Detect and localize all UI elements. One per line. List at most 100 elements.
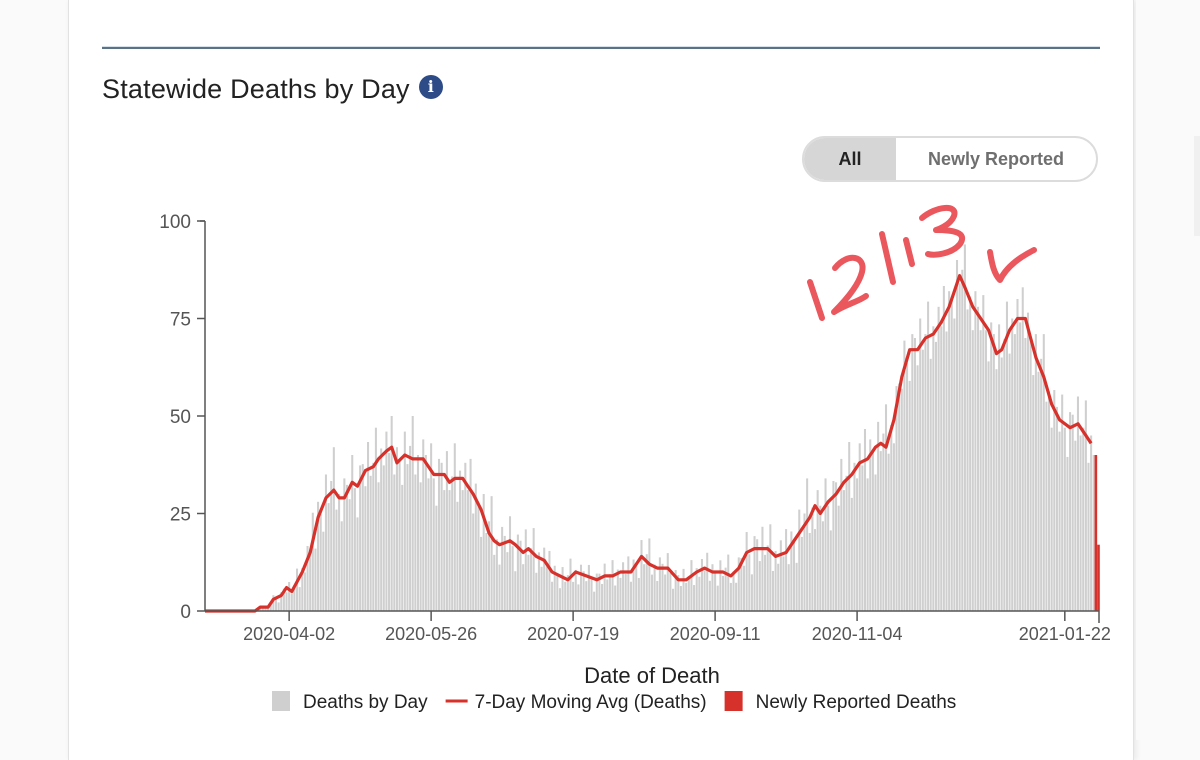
- deaths-bar: [548, 550, 551, 611]
- deaths-bar: [716, 585, 719, 611]
- deaths-bar: [590, 579, 593, 611]
- deaths-bar: [800, 536, 803, 611]
- deaths-bar: [669, 573, 672, 611]
- deaths-bar: [314, 548, 317, 611]
- deaths-bar: [388, 453, 391, 611]
- deaths-bar: [330, 481, 333, 611]
- deaths-bar: [332, 447, 335, 611]
- deaths-bar: [656, 580, 659, 611]
- deaths-bar: [842, 490, 845, 611]
- moving-avg-line: [205, 274, 1093, 613]
- deaths-bar: [693, 585, 696, 611]
- deaths-bar: [572, 581, 575, 611]
- deaths-bar: [882, 433, 885, 611]
- deaths-bar: [393, 474, 396, 611]
- deaths-bar: [1076, 396, 1079, 611]
- deaths-bar: [619, 577, 622, 611]
- legend-label: Newly Reported Deaths: [756, 692, 957, 713]
- deaths-bar: [987, 361, 990, 611]
- deaths-bar: [569, 558, 572, 611]
- deaths-bar: [729, 582, 732, 611]
- deaths-bar: [558, 588, 561, 611]
- deaths-bar: [524, 529, 527, 611]
- legend-item: 7-Day Moving Avg (Deaths): [445, 692, 707, 713]
- deaths-bar: [374, 427, 377, 611]
- deaths-bar: [285, 592, 288, 611]
- deaths-bar: [835, 482, 838, 611]
- deaths-bar: [577, 584, 580, 611]
- deaths-bar: [745, 532, 748, 611]
- deaths-bar: [719, 560, 722, 611]
- deaths-bar: [480, 536, 483, 611]
- deaths-bar: [490, 496, 493, 611]
- deaths-bar: [477, 504, 480, 611]
- deaths-bar: [469, 458, 472, 611]
- deaths-bar: [601, 583, 604, 611]
- deaths-bar: [579, 564, 583, 611]
- deaths-bar: [913, 338, 916, 611]
- deaths-bar: [703, 570, 706, 611]
- y-tick-label: 50: [170, 407, 191, 428]
- deaths-bar: [774, 550, 777, 611]
- deaths-bar: [687, 576, 690, 611]
- deaths-bar: [958, 283, 961, 611]
- deaths-bar: [961, 269, 964, 611]
- deaths-bar: [561, 567, 564, 611]
- deaths-bar: [821, 521, 824, 611]
- deaths-bar: [290, 593, 293, 611]
- deaths-bar: [582, 571, 585, 611]
- deaths-bar: [508, 516, 512, 611]
- deaths-bar: [672, 588, 675, 611]
- deaths-bar: [806, 478, 809, 611]
- deaths-bar: [1050, 427, 1053, 611]
- y-axis-ticks: 0 25 50 75 100: [159, 212, 205, 623]
- deaths-bar: [411, 416, 414, 611]
- deaths-bar: [506, 552, 509, 611]
- deaths-bar: [274, 598, 278, 611]
- deaths-bar: [466, 490, 469, 611]
- deaths-bar: [1058, 431, 1061, 611]
- deaths-bar: [1005, 301, 1008, 611]
- deaths-bar: [819, 505, 822, 611]
- deaths-bar: [1055, 406, 1058, 611]
- deaths-bar: [924, 334, 927, 611]
- deaths-bar: [1069, 412, 1072, 611]
- deaths-bar: [866, 478, 869, 611]
- deaths-bar: [1000, 357, 1003, 611]
- deaths-bar: [700, 559, 703, 611]
- deaths-bar: [543, 547, 546, 612]
- deaths-bar: [769, 524, 772, 611]
- deaths-bar: [856, 478, 859, 611]
- deaths-bar: [995, 369, 998, 611]
- deaths-bar: [916, 365, 919, 611]
- deaths-bar: [406, 464, 409, 611]
- deaths-bar: [327, 503, 330, 611]
- x-tick-label: 2020-04-02: [243, 624, 335, 644]
- deaths-bar: [522, 564, 525, 611]
- deaths-bar: [869, 439, 872, 611]
- deaths-bar: [1040, 358, 1043, 611]
- deaths-bar: [690, 560, 693, 611]
- deaths-bar: [884, 404, 888, 611]
- deaths-bar: [785, 529, 788, 611]
- deaths-bar: [990, 322, 993, 611]
- deaths-bar: [353, 488, 356, 611]
- deaths-bar: [498, 564, 501, 611]
- legend-label: Deaths by Day: [303, 692, 428, 713]
- deaths-bar: [514, 571, 517, 611]
- deaths-bar: [998, 324, 1001, 611]
- deaths-bar: [345, 484, 349, 611]
- deaths-bar: [853, 462, 856, 611]
- deaths-bar: [574, 570, 577, 611]
- deaths-bar: [1071, 414, 1074, 611]
- deaths-bar: [1016, 299, 1019, 611]
- deaths-bar: [650, 574, 654, 611]
- deaths-bar: [648, 538, 651, 611]
- deaths-bar: [921, 349, 924, 611]
- deaths-bar: [685, 582, 688, 611]
- deaths-bar: [714, 572, 717, 611]
- deaths-bar: [419, 482, 422, 611]
- deaths-bar: [682, 568, 685, 611]
- deaths-bar: [1032, 375, 1035, 611]
- deaths-bar: [414, 474, 417, 611]
